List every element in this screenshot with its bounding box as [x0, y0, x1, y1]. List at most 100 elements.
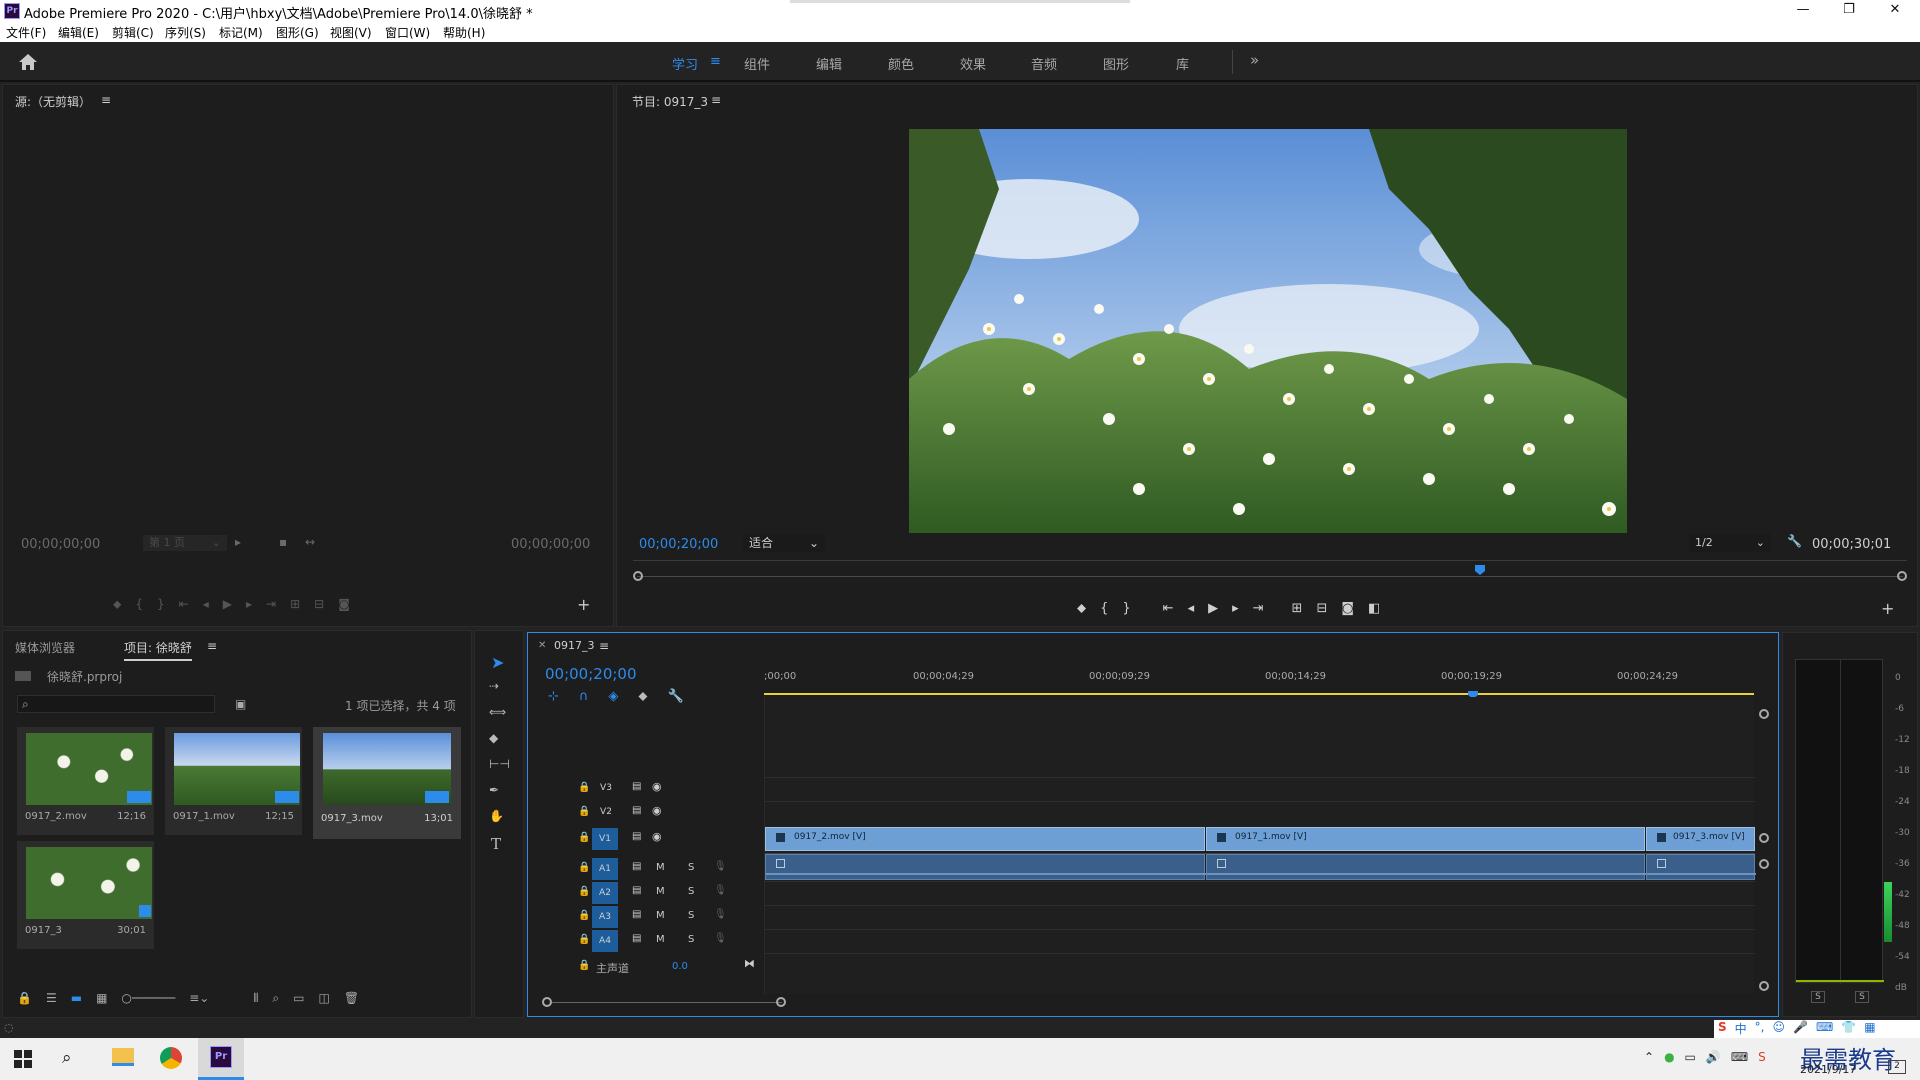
insert-icon[interactable]: ⊞ [290, 597, 300, 613]
workspace-effects[interactable]: 效果 [960, 54, 986, 73]
workspace-editing[interactable]: 编辑 [816, 54, 842, 73]
mute-button[interactable]: M [656, 910, 665, 921]
solo-right-button[interactable]: S [1855, 991, 1869, 1003]
track-label[interactable]: A2 [592, 882, 618, 904]
file-explorer-icon[interactable] [112, 1048, 134, 1066]
sync-lock-icon[interactable]: ▤ [632, 805, 641, 816]
lock-icon[interactable]: 🔒 [578, 862, 590, 873]
restore-button[interactable]: ❐ [1826, 0, 1872, 22]
mark-in-icon[interactable]: { [1100, 601, 1108, 619]
track-label[interactable]: A3 [592, 906, 618, 928]
sync-lock-icon[interactable]: ▤ [632, 781, 641, 792]
program-playhead[interactable] [1475, 565, 1485, 575]
mark-out-icon[interactable]: } [1122, 601, 1130, 619]
settings-square-icon[interactable]: ▪ [279, 535, 287, 549]
emoji-icon[interactable]: ☺ [1773, 1020, 1786, 1038]
ripple-edit-tool-icon[interactable]: ⟺ [489, 705, 506, 719]
scroll-thumb[interactable] [552, 1002, 782, 1003]
sogou-icon[interactable]: S [1718, 1020, 1727, 1038]
microphone-icon[interactable]: 🎙 [714, 909, 727, 920]
solo-button[interactable]: S [688, 886, 694, 897]
fit-zoom-select[interactable]: 适合 ⌄ [743, 534, 825, 552]
source-timecode[interactable]: 00;00;00;00 [21, 537, 100, 552]
hand-tool-icon[interactable]: ✋ [489, 809, 504, 823]
eye-icon[interactable]: ◉ [652, 780, 662, 793]
track-area[interactable]: 0917_2.mov [V] 0917_1.mov [V] 0917_3.mov… [764, 697, 1756, 994]
playback-resolution-select[interactable]: 1/2 ⌄ [1689, 534, 1771, 552]
razor-tool-icon[interactable]: ◆ [489, 731, 498, 745]
project-item[interactable]: 0917_2.mov 12;16 [17, 727, 154, 835]
search-icon[interactable]: ⌕ [62, 1048, 72, 1068]
add-marker-icon[interactable]: ⬥ [113, 597, 121, 613]
source-monitor-title[interactable]: 源:（无剪辑） [15, 93, 91, 110]
mute-button[interactable]: M [656, 862, 665, 873]
overwrite-icon[interactable]: ⊟ [314, 597, 324, 613]
go-to-in-icon[interactable]: ⇤ [179, 597, 189, 613]
step-back-icon[interactable]: ◂ [203, 597, 209, 613]
automate-to-sequence-icon[interactable]: ⫴ [253, 991, 258, 1007]
lock-icon[interactable]: 🔒 [578, 832, 590, 843]
scroll-zoom-handle-left[interactable] [542, 997, 552, 1007]
program-video-frame[interactable] [909, 129, 1627, 533]
timeline-timecode[interactable]: 00;00;20;00 [545, 665, 637, 683]
menu-file[interactable]: 文件(F) [6, 24, 46, 41]
close-tab-icon[interactable]: ✕ [538, 640, 546, 651]
lock-icon[interactable]: 🔒 [578, 806, 590, 817]
export-frame-icon[interactable]: ◙ [1341, 601, 1354, 619]
ime-mode[interactable]: 中 [1735, 1020, 1747, 1038]
menu-edit[interactable]: 编辑(E) [58, 24, 99, 41]
solo-button[interactable]: S [688, 934, 694, 945]
microphone-icon[interactable]: 🎙 [714, 933, 727, 944]
new-search-bin-icon[interactable]: ▣ [235, 697, 246, 711]
timeline-tab[interactable]: 0917_3 [554, 639, 595, 652]
vertical-zoom-handle[interactable] [1759, 709, 1769, 719]
play-icon[interactable]: ▶ [1208, 601, 1218, 619]
nest-icon[interactable]: ⊹ [548, 689, 559, 704]
track-select-tool-icon[interactable]: ⇢ [489, 679, 499, 693]
workspace-graphics[interactable]: 图形 [1103, 54, 1129, 73]
project-item-sequence[interactable]: 0917_3 30;01 [17, 841, 154, 949]
project-item-selected[interactable]: 0917_3.mov 13;01 [313, 727, 461, 839]
vertical-zoom-handle[interactable] [1759, 859, 1769, 869]
scroll-zoom-handle-right[interactable] [776, 997, 786, 1007]
extract-icon[interactable]: ⊟ [1316, 601, 1327, 619]
minimize-button[interactable]: — [1780, 0, 1826, 22]
mark-out-icon[interactable]: } [157, 597, 165, 613]
audio-clip[interactable] [765, 854, 1206, 880]
source-add-button[interactable]: + [577, 595, 590, 614]
track-label[interactable]: V3 [596, 783, 616, 793]
add-marker-icon[interactable]: ⬥ [638, 689, 647, 704]
menu-marker[interactable]: 标记(M) [219, 24, 263, 41]
timeline-ruler[interactable]: ;00;00 00;00;04;29 00;00;09;29 00;00;14;… [764, 667, 1754, 697]
lock-icon[interactable]: 🔒 [578, 782, 590, 793]
comparison-view-icon[interactable]: ◧ [1368, 601, 1380, 619]
solo-button[interactable]: S [688, 910, 694, 921]
trash-icon[interactable]: 🗑 [344, 991, 359, 1007]
timeline-horizontal-scrollbar[interactable] [542, 997, 1762, 1009]
voice-icon[interactable]: 🎤 [1793, 1020, 1808, 1038]
track-label[interactable]: A1 [592, 858, 618, 880]
add-marker-icon[interactable]: ⬥ [1077, 601, 1086, 619]
program-add-button[interactable]: + [1881, 599, 1894, 618]
list-view-icon[interactable]: ☰ [46, 991, 57, 1007]
menu-graphics[interactable]: 图形(G) [276, 24, 319, 41]
selection-tool-icon[interactable]: ➤ [491, 653, 504, 672]
program-panel-menu-icon[interactable]: ≡ [711, 93, 721, 107]
punctuation-icon[interactable]: °, [1755, 1020, 1765, 1038]
audio-clip[interactable] [1206, 854, 1646, 880]
video-clip[interactable]: 0917_2.mov [V] [765, 827, 1205, 851]
lock-icon[interactable]: 🔒 [578, 886, 590, 897]
volume-icon[interactable]: 🔊 [1706, 1050, 1721, 1064]
ime-tray-icon[interactable]: ⌨ [1731, 1050, 1748, 1064]
menu-view[interactable]: 视图(V) [330, 24, 372, 41]
export-frame-icon[interactable]: ◙ [338, 597, 350, 613]
menu-window[interactable]: 窗口(W) [385, 24, 430, 41]
snap-icon[interactable]: ∩ [579, 689, 589, 704]
new-bin-icon[interactable]: ▭ [293, 991, 304, 1007]
keyboard-icon[interactable]: ⌨ [1816, 1020, 1833, 1038]
lock-icon[interactable]: 🔒 [578, 910, 590, 921]
close-button[interactable]: ✕ [1872, 0, 1918, 22]
workspace-audio[interactable]: 音频 [1031, 54, 1057, 73]
track-label[interactable]: A4 [592, 930, 618, 952]
sort-icon[interactable]: ≡⌄ [189, 991, 209, 1007]
